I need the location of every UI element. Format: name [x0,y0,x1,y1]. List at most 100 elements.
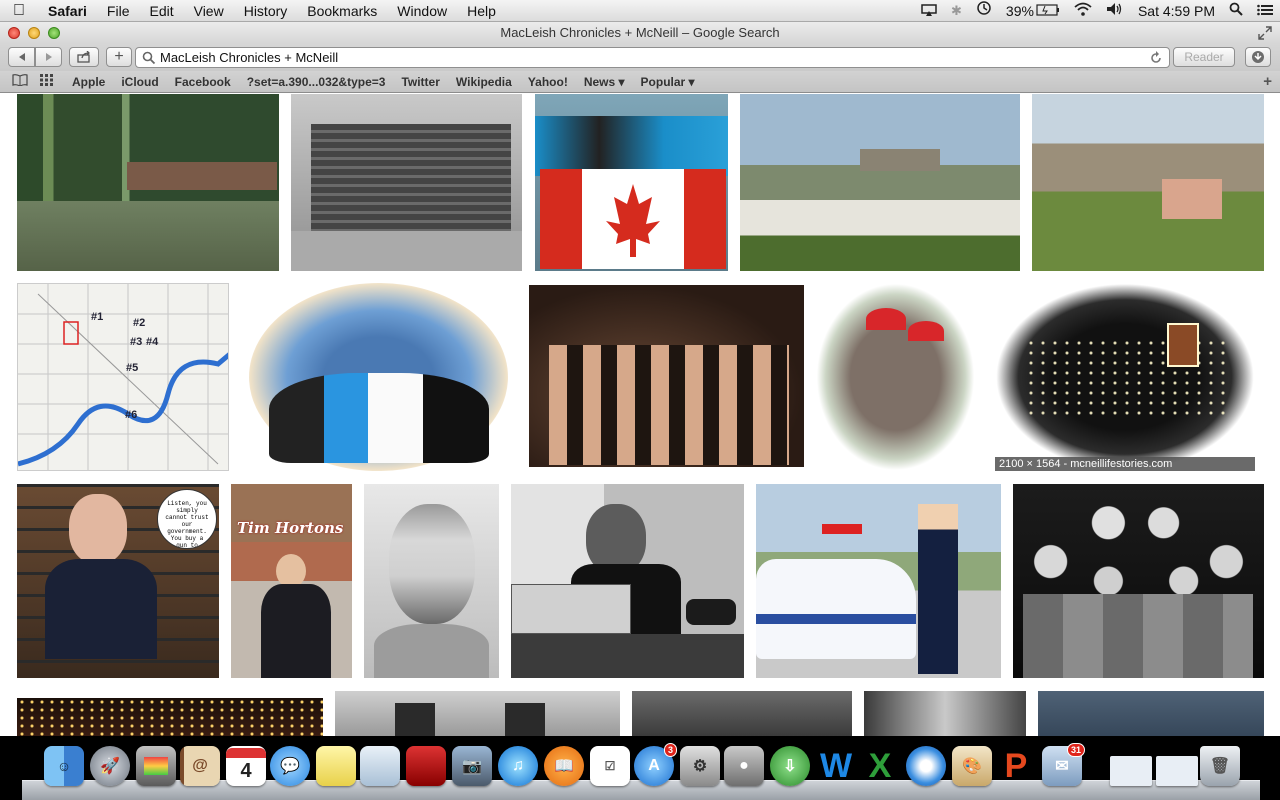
menu-file[interactable]: File [97,0,140,22]
map-label-4: #4 [146,336,159,348]
forward-arrow-icon [45,53,52,61]
back-button[interactable] [8,47,35,67]
word-icon[interactable]: W [816,746,856,786]
add-tab-icon[interactable]: + [1263,73,1272,90]
powerpoint-icon[interactable]: P [996,746,1036,786]
menu-help[interactable]: Help [457,0,506,22]
image-result-couple-bw[interactable] [864,691,1026,736]
image-result-log-cabin-photo[interactable] [291,94,522,271]
messages-icon[interactable]: 💬 [270,746,310,786]
image-result-santa-hats-oval[interactable] [816,283,975,471]
battery-icon[interactable] [1036,0,1067,22]
photo-booth-icon[interactable] [136,746,176,786]
image-result-motel-forest[interactable] [17,94,279,271]
image-result-dark-bw-scene[interactable] [632,691,852,736]
bookmark-twitter[interactable]: Twitter [393,75,447,89]
bookmark-apple[interactable]: Apple [64,75,113,89]
bluetooth-icon[interactable]: ✱ [944,0,969,22]
reading-list-icon[interactable] [0,74,34,89]
menu-window[interactable]: Window [387,0,457,22]
wifi-icon[interactable] [1067,0,1099,22]
iphoto-icon[interactable]: 📷 [452,746,492,786]
reader-button[interactable]: Reader [1173,47,1235,67]
image-result-man-at-typewriter[interactable] [511,484,744,678]
transmission-icon[interactable]: ⇩ [770,746,810,786]
trash-icon[interactable]: 🗑 [1200,746,1240,786]
finder-icon[interactable]: ☺ [44,746,84,786]
system-preferences-icon[interactable]: ⚙ [680,746,720,786]
stickies-icon[interactable] [316,746,356,786]
reload-icon[interactable] [1149,50,1163,65]
image-result-terraced-town[interactable] [1032,94,1264,271]
bookmark-facebook[interactable]: Facebook [167,75,239,89]
map-label-1: #1 [91,311,104,323]
map-label-5: #5 [126,362,139,374]
back-arrow-icon [18,53,25,61]
battery-percent[interactable]: 39% [999,0,1036,22]
contacts-icon[interactable]: @ [180,746,220,786]
bookmark-set-link[interactable]: ?set=a.390...032&type=3 [239,75,394,89]
image-result-party-crowd[interactable] [529,285,804,467]
menu-bookmarks[interactable]: Bookmarks [297,0,387,22]
share-button[interactable] [69,47,99,67]
app-store-icon[interactable]: A3 [634,743,677,786]
image-result-canada-flag-group[interactable] [535,94,728,271]
window-title: MacLeish Chronicles + McNeill – Google S… [500,25,780,40]
address-bar[interactable] [135,47,1170,68]
menu-history[interactable]: History [234,0,298,22]
volume-icon[interactable] [1099,0,1131,22]
image-result-mural-group-oval[interactable] [249,283,508,471]
calendar-day-number: 4 [240,760,252,782]
forward-button[interactable] [35,47,62,67]
image-result-gun-shop-man[interactable]: Listen, you simply cannot trust our gove… [17,484,219,678]
add-bookmark-button[interactable]: + [106,47,132,67]
image-result-rcmp-officer-car[interactable] [756,484,1001,678]
calendar-icon[interactable]: 4 [226,746,266,786]
ibooks-icon[interactable]: 📖 [544,746,584,786]
clock[interactable]: Sat 4:59 PM [1131,0,1222,22]
bookmark-yahoo[interactable]: Yahoo! [520,75,576,89]
top-sites-icon[interactable] [34,74,64,89]
menu-safari[interactable]: Safari [38,0,97,22]
image-result-bw-building[interactable] [335,691,620,736]
preview-icon[interactable] [360,746,400,786]
downloads-button[interactable] [1245,47,1271,67]
minimize-window-button[interactable] [28,27,40,39]
paintbrush-icon[interactable]: 🎨 [952,746,992,786]
reminders-icon[interactable]: ☑ [590,746,630,786]
close-window-button[interactable] [8,27,20,39]
image-result-tim-hortons-man[interactable]: Tim Hortons [231,484,352,678]
spotlight-icon[interactable] [1222,0,1250,22]
mail-icon[interactable]: ✉ 31 [1042,743,1085,786]
time-machine-icon[interactable] [969,0,999,22]
minimized-window-1-icon[interactable] [1110,756,1152,786]
menu-view[interactable]: View [184,0,234,22]
facetime-icon[interactable]: ● [724,746,764,786]
image-result-christmas-display[interactable] [17,698,323,736]
bookmark-popular-menu[interactable]: Popular ▾ [633,75,703,89]
image-result-bearded-man-portrait[interactable] [364,484,499,678]
bookmark-wikipedia[interactable]: Wikipedia [448,75,520,89]
launchpad-icon[interactable]: 🚀 [90,746,130,786]
menu-edit[interactable]: Edit [139,0,183,22]
airplay-icon[interactable] [914,0,944,22]
bookmark-news-menu[interactable]: News ▾ [576,75,633,89]
share-icon [77,51,90,63]
window-title-bar: MacLeish Chronicles + McNeill – Google S… [0,22,1280,44]
safari-icon[interactable]: ✦ [906,746,946,786]
image-result-family-bw-photo[interactable] [1013,484,1264,678]
image-result-water-scene[interactable] [1038,691,1264,736]
image-results-grid: #1 #2 #3 #4 #5 #6 2100 × 1564 - mcneilli… [0,94,1280,736]
image-result-hilltop-village[interactable] [740,94,1020,271]
apple-menu-icon[interactable]:  [0,2,38,20]
minimized-window-2-icon[interactable] [1156,756,1198,786]
notification-center-icon[interactable] [1250,0,1280,22]
image-result-city-map[interactable]: #1 #2 #3 #4 #5 #6 [17,283,229,471]
image-result-christmas-lights-oval[interactable]: 2100 × 1564 - mcneillifestories.com [995,283,1255,471]
itunes-icon[interactable]: ♫ [498,746,538,786]
zoom-window-button[interactable] [48,27,60,39]
bookmark-icloud[interactable]: iCloud [113,75,166,89]
excel-icon[interactable]: X [860,746,900,786]
photo-slideshow-icon[interactable] [406,746,446,786]
address-input[interactable] [160,48,1140,67]
